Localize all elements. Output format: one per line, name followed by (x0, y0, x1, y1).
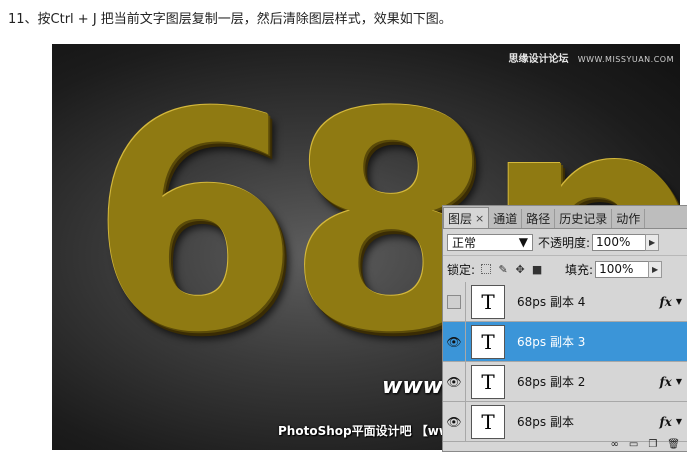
tab-actions-label: 动作 (616, 212, 641, 226)
layer-row-selected[interactable]: 👁 T 68ps 副本 3 (443, 322, 687, 362)
tab-history-label: 历史记录 (559, 212, 608, 226)
trash-icon[interactable]: 🗑 (667, 439, 680, 450)
visibility-toggle[interactable]: 👁 (443, 402, 466, 441)
tab-paths-label: 路径 (526, 212, 551, 226)
chevron-down-icon: ▼ (518, 235, 528, 249)
layers-panel: 图层 × 通道 路径 历史记录 动作 正常 ▼ 不透明度: 100% ▶ 锁定:… (442, 205, 687, 452)
visibility-toggle[interactable]: 👁 (443, 362, 466, 401)
lock-transparent-pixels-icon[interactable] (480, 263, 492, 275)
new-group-icon[interactable]: ▭ (629, 439, 638, 450)
tab-layers[interactable]: 图层 × (443, 207, 490, 228)
new-layer-icon[interactable]: ❐ (648, 439, 657, 450)
opacity-label: 不透明度: (538, 235, 591, 250)
watermark-top: 思缘设计论坛 WWW.MISSYUAN.COM (509, 50, 675, 65)
fx-icon[interactable]: fx (660, 295, 672, 309)
layer-name: 68ps 副本 2 (517, 375, 586, 389)
fx-icon[interactable]: fx (660, 415, 672, 429)
expand-effects-icon[interactable]: ▼ (676, 377, 682, 386)
blend-opacity-row: 正常 ▼ 不透明度: 100% ▶ (443, 229, 687, 256)
layers-list: T 68ps 副本 4 fx ▼ 👁 T 68ps 副本 3 👁 T 68ps … (443, 282, 687, 442)
opacity-input[interactable]: 100% (592, 233, 647, 251)
visibility-toggle[interactable]: 👁 (443, 322, 466, 361)
tab-history[interactable]: 历史记录 (555, 209, 613, 228)
tab-paths[interactable]: 路径 (522, 209, 556, 228)
blend-mode-select[interactable]: 正常 ▼ (447, 233, 533, 251)
fill-label: 填充: (565, 262, 594, 277)
watermark-top-cn: 思缘设计论坛 (508, 54, 569, 65)
opacity-slider-arrow-icon[interactable]: ▶ (645, 233, 660, 251)
blend-mode-value: 正常 (452, 235, 477, 250)
layer-row[interactable]: T 68ps 副本 4 fx ▼ (443, 282, 687, 322)
eye-icon: 👁 (446, 414, 462, 429)
lock-position-icon[interactable]: ✥ (514, 263, 526, 276)
fx-icon[interactable]: fx (660, 375, 672, 389)
watermark-top-en: WWW.MISSYUAN.COM (577, 55, 674, 64)
expand-effects-icon[interactable]: ▼ (676, 417, 682, 426)
text-layer-thumb-icon: T (471, 284, 505, 319)
tab-actions[interactable]: 动作 (612, 209, 646, 228)
text-layer-thumb-icon: T (471, 404, 505, 439)
layer-row[interactable]: 👁 T 68ps 副本 2 fx ▼ (443, 362, 687, 402)
tab-channels[interactable]: 通道 (489, 209, 523, 228)
panel-bottom-toolbar: ∞ ▭ ❐ 🗑 (523, 437, 687, 451)
fill-input[interactable]: 100% (595, 260, 650, 278)
text-layer-thumb-icon: T (471, 364, 505, 399)
tab-layers-label: 图层 (448, 211, 473, 226)
close-icon[interactable]: × (475, 212, 484, 225)
visibility-toggle[interactable] (443, 282, 466, 321)
layer-name: 68ps 副本 (517, 415, 574, 429)
lock-image-pixels-icon[interactable]: ✎ (497, 263, 509, 276)
tab-channels-label: 通道 (493, 212, 518, 226)
link-layers-icon[interactable]: ∞ (611, 439, 619, 450)
eye-icon: 👁 (446, 374, 462, 389)
hidden-eye-icon (447, 294, 461, 309)
lock-all-icon[interactable]: ■ (531, 263, 543, 276)
panel-tabs: 图层 × 通道 路径 历史记录 动作 (443, 206, 687, 229)
expand-effects-icon[interactable]: ▼ (676, 297, 682, 306)
fill-slider-arrow-icon[interactable]: ▶ (648, 260, 663, 278)
layer-row[interactable]: 👁 T 68ps 副本 fx ▼ (443, 402, 687, 442)
layer-name: 68ps 副本 4 (517, 295, 586, 309)
step-caption: 11、按Ctrl + J 把当前文字图层复制一层，然后清除图层样式，效果如下图。 (8, 12, 452, 27)
lock-fill-row: 锁定: ✎ ✥ ■ 填充: 100% ▶ (443, 256, 687, 283)
layer-name: 68ps 副本 3 (517, 335, 586, 349)
lock-label: 锁定: (447, 262, 476, 277)
text-layer-thumb-icon: T (471, 324, 505, 359)
eye-icon: 👁 (446, 334, 462, 349)
